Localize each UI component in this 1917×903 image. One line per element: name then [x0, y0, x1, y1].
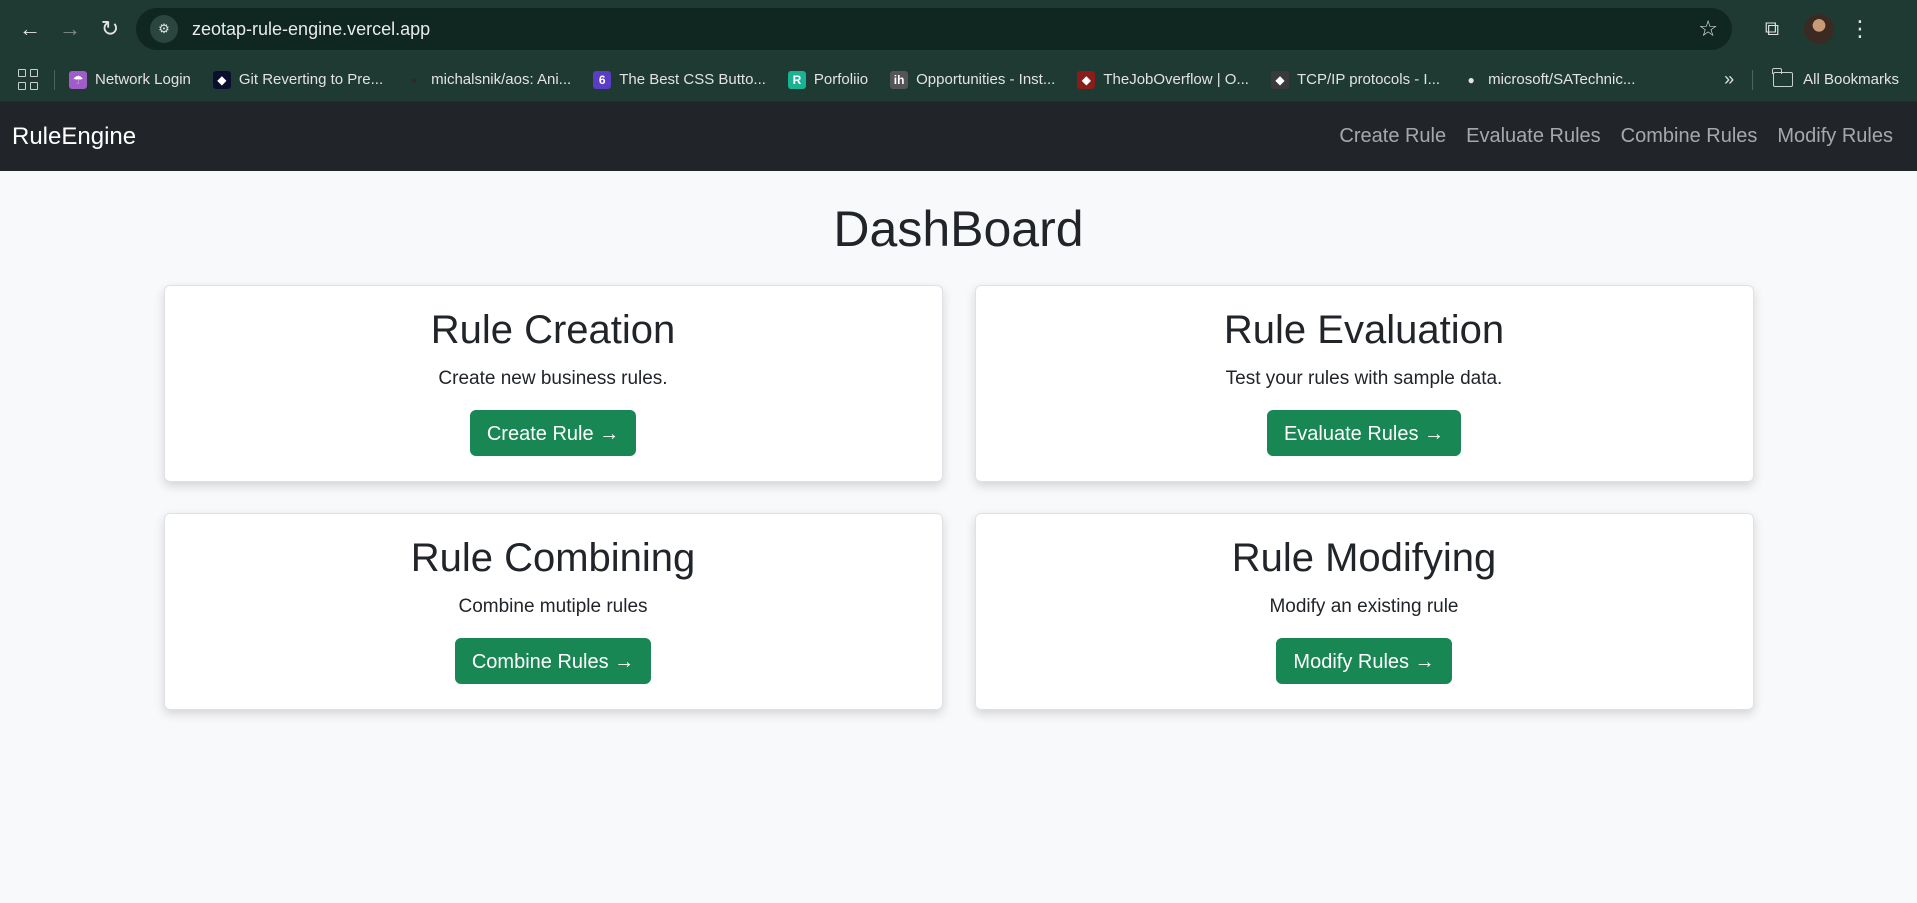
dashboard: DashBoard Rule Creation Create new busin…	[0, 171, 1917, 710]
bookmark-label: Porfoliio	[813, 71, 869, 88]
reload-icon[interactable]: ↻	[90, 9, 130, 49]
bookmark-item[interactable]: ih Opportunities - Inst...	[890, 70, 1056, 89]
site-icon: ◆	[1077, 70, 1096, 89]
bookmark-label: Network Login	[95, 71, 191, 88]
card-description: Test your rules with sample data.	[1225, 367, 1503, 389]
address-bar[interactable]: ⚙ zeotap-rule-engine.vercel.app ☆	[136, 8, 1732, 50]
bookmarks-divider-2	[1752, 69, 1754, 90]
card-title: Rule Modifying	[1231, 535, 1497, 580]
profile-avatar[interactable]	[1804, 14, 1834, 44]
bookmark-item[interactable]: 6 The Best CSS Butto...	[593, 70, 766, 89]
brand-logo[interactable]: RuleEngine	[12, 123, 136, 151]
card-rule-creation: Rule Creation Create new business rules.…	[163, 284, 943, 482]
nav-modify-rules[interactable]: Modify Rules	[1777, 125, 1893, 148]
all-bookmarks-button[interactable]: All Bookmarks	[1772, 68, 1899, 88]
card-title: Rule Combining	[410, 535, 696, 580]
url-text[interactable]: zeotap-rule-engine.vercel.app	[192, 19, 1698, 40]
folder-icon	[1772, 68, 1794, 87]
github-icon: ●	[1467, 72, 1475, 87]
combine-rules-button[interactable]: Combine Rules →	[454, 637, 652, 684]
card-title: Rule Evaluation	[1223, 307, 1505, 352]
modify-rules-button[interactable]: Modify Rules →	[1276, 637, 1452, 684]
r-icon: R	[787, 70, 806, 89]
bookmark-item[interactable]: ● microsoft/SATechnic...	[1462, 71, 1635, 89]
extensions-icon[interactable]: ⧉	[1754, 11, 1790, 47]
card-rule-combining: Rule Combining Combine mutiple rules Com…	[163, 512, 943, 710]
bookmarks-divider	[54, 69, 55, 90]
bookmark-label: Opportunities - Inst...	[916, 71, 1056, 88]
bookmark-label: TheJobOverflow | O...	[1103, 71, 1249, 88]
apps-grid-icon[interactable]	[18, 68, 40, 91]
bookmark-item[interactable]: ● michalsnik/aos: Ani...	[405, 71, 572, 89]
card-rule-evaluation: Rule Evaluation Test your rules with sam…	[974, 284, 1754, 482]
nav-create-rule[interactable]: Create Rule	[1339, 125, 1446, 148]
card-description: Create new business rules.	[438, 367, 668, 389]
nav-evaluate-rules[interactable]: Evaluate Rules	[1466, 125, 1601, 148]
bookmark-label: TCP/IP protocols - I...	[1296, 71, 1441, 88]
card-description: Modify an existing rule	[1269, 595, 1459, 617]
ih-icon: ih	[890, 70, 909, 89]
back-icon[interactable]: ←	[10, 9, 50, 49]
forward-icon[interactable]: →	[50, 9, 90, 49]
bookmark-item[interactable]: ◆ TheJobOverflow | O...	[1077, 70, 1249, 89]
card-title: Rule Creation	[430, 307, 676, 352]
bookmark-label: microsoft/SATechnic...	[1488, 71, 1636, 88]
site-info-icon[interactable]: ⚙	[150, 15, 178, 43]
create-rule-button[interactable]: Create Rule →	[469, 409, 637, 456]
bookmark-item[interactable]: ☂ Network Login	[69, 70, 191, 89]
card-grid: Rule Creation Create new business rules.…	[163, 284, 1754, 710]
site-icon: ◆	[212, 70, 231, 89]
umbrella-icon: ☂	[69, 70, 87, 89]
all-bookmarks-label: All Bookmarks	[1803, 71, 1899, 88]
card-rule-modifying: Rule Modifying Modify an existing rule M…	[974, 512, 1754, 710]
more-bookmarks-icon[interactable]: »	[1724, 69, 1734, 90]
bookmark-star-icon[interactable]: ☆	[1698, 16, 1718, 42]
nav-combine-rules[interactable]: Combine Rules	[1621, 125, 1758, 148]
app-navbar: RuleEngine Create Rule Evaluate Rules Co…	[0, 102, 1917, 171]
bookmarks-bar: ☂ Network Login ◆ Git Reverting to Pre... ● m…	[0, 58, 1917, 102]
bookmark-item[interactable]: R Porfoliio	[787, 70, 869, 89]
bookmark-label: The Best CSS Butto...	[619, 71, 766, 88]
menu-kebab-icon[interactable]: ⋮	[1848, 16, 1872, 42]
evaluate-rules-button[interactable]: Evaluate Rules →	[1266, 409, 1462, 456]
bookmark-label: michalsnik/aos: Ani...	[431, 71, 572, 88]
browser-toolbar: ← → ↻ ⚙ zeotap-rule-engine.vercel.app ☆ …	[0, 0, 1917, 58]
bookmark-item[interactable]: ◆ TCP/IP protocols - I...	[1270, 70, 1441, 89]
six-icon: 6	[593, 70, 612, 89]
bookmark-item[interactable]: ◆ Git Reverting to Pre...	[212, 70, 384, 89]
page-title: DashBoard	[833, 201, 1084, 257]
site-icon: ◆	[1270, 70, 1289, 89]
card-description: Combine mutiple rules	[458, 595, 648, 617]
bookmark-label: Git Reverting to Pre...	[238, 71, 384, 88]
github-icon: ●	[410, 72, 418, 87]
bookmark-list: ☂ Network Login ◆ Git Reverting to Pre... ● m…	[69, 70, 1657, 89]
